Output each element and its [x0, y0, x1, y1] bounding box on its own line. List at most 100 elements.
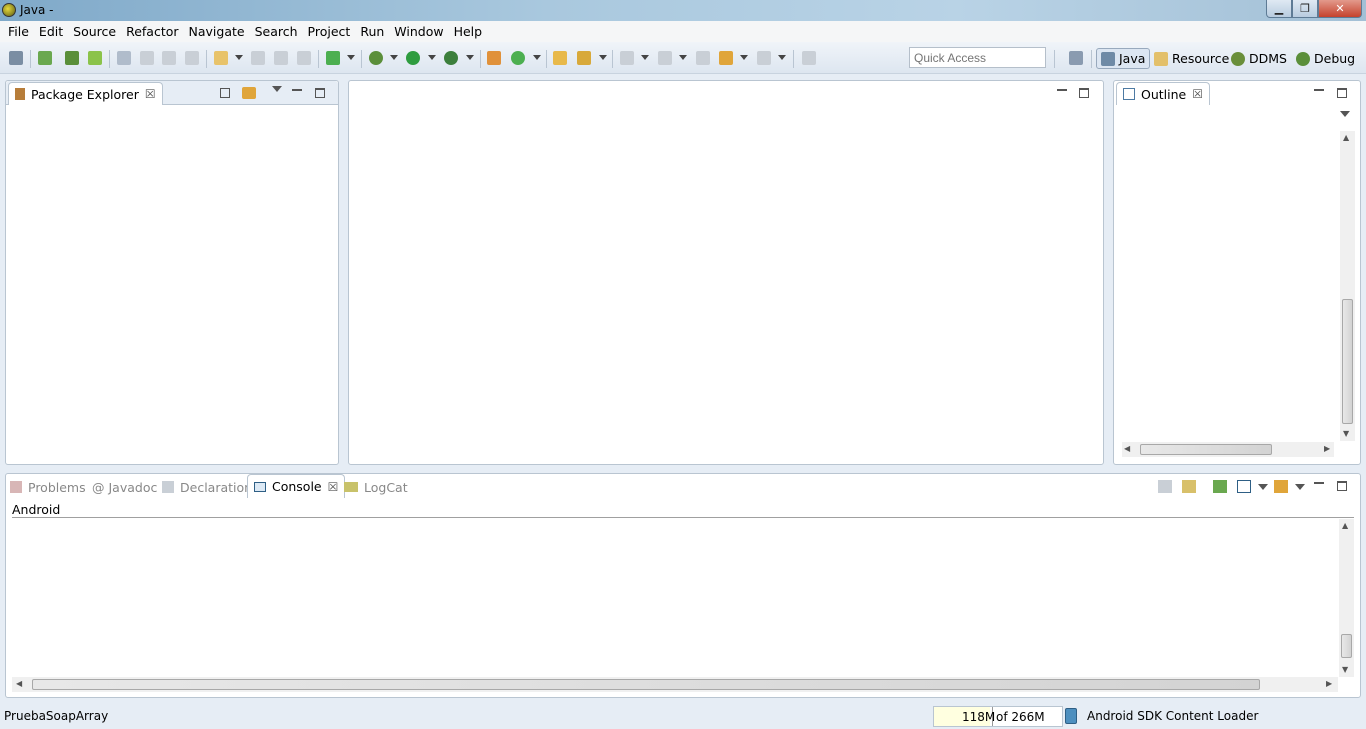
scroll-up-icon[interactable]: ▲: [1343, 133, 1349, 142]
outline-vertical-scrollbar[interactable]: ▲ ▼: [1340, 131, 1355, 441]
menu-project[interactable]: Project: [303, 24, 356, 39]
chevron-down-icon[interactable]: [599, 55, 607, 60]
chevron-down-icon[interactable]: [428, 55, 436, 60]
perspective-java[interactable]: Java: [1096, 48, 1151, 69]
build-checkbox-icon[interactable]: [326, 51, 340, 65]
menu-edit[interactable]: Edit: [34, 24, 68, 39]
scrollbar-thumb[interactable]: [1341, 634, 1352, 658]
menu-search[interactable]: Search: [250, 24, 303, 39]
debug-icon[interactable]: [369, 51, 383, 65]
toggle-block-icon[interactable]: [162, 51, 176, 65]
heap-status[interactable]: 118M of 266M: [933, 706, 1063, 727]
scroll-left-icon[interactable]: ◀: [16, 679, 22, 688]
scrollbar-thumb[interactable]: [1342, 299, 1353, 424]
scroll-right-icon[interactable]: ▶: [1326, 679, 1332, 688]
menu-help[interactable]: Help: [449, 24, 488, 39]
save-icon[interactable]: [251, 51, 265, 65]
avd-manager-icon[interactable]: [88, 51, 102, 65]
menu-navigate[interactable]: Navigate: [184, 24, 250, 39]
pin-editor-icon[interactable]: [802, 51, 816, 65]
chevron-down-icon[interactable]: [1258, 484, 1268, 490]
chevron-down-icon[interactable]: [1295, 484, 1305, 490]
chevron-down-icon[interactable]: [740, 55, 748, 60]
perspective-debug[interactable]: Debug: [1296, 48, 1355, 69]
new-android-project-icon[interactable]: [38, 51, 52, 65]
link-with-editor-icon[interactable]: [242, 87, 256, 99]
minimize-icon[interactable]: [1314, 87, 1324, 91]
edit-icon[interactable]: [140, 51, 154, 65]
close-icon[interactable]: ☒: [145, 87, 156, 101]
garbage-collect-icon[interactable]: [1065, 708, 1077, 724]
tab-package-explorer[interactable]: Package Explorer ☒: [8, 82, 163, 105]
tab-outline[interactable]: Outline ☒: [1116, 82, 1210, 105]
tab-declaration[interactable]: Declaration: [162, 478, 252, 496]
quick-access-input[interactable]: [909, 47, 1046, 68]
run-external-tool-icon[interactable]: [444, 51, 458, 65]
show-whitespace-icon[interactable]: [185, 51, 199, 65]
chevron-down-icon[interactable]: [347, 55, 355, 60]
chevron-down-icon[interactable]: [390, 55, 398, 60]
restore-window-button[interactable]: ❐: [1292, 0, 1318, 18]
console-horizontal-scrollbar[interactable]: ◀ ▶: [12, 677, 1338, 692]
perspective-resource[interactable]: Resource: [1154, 48, 1229, 69]
tab-problems[interactable]: Problems: [10, 478, 86, 496]
maximize-icon[interactable]: [1337, 481, 1347, 491]
menu-source[interactable]: Source: [68, 24, 121, 39]
download-sdk-icon[interactable]: [65, 51, 79, 65]
back-icon[interactable]: [719, 51, 733, 65]
maximize-icon[interactable]: [315, 88, 325, 98]
lint-icon[interactable]: [117, 51, 131, 65]
menu-window[interactable]: Window: [389, 24, 448, 39]
chevron-down-icon[interactable]: [641, 55, 649, 60]
new-java-class-icon[interactable]: [511, 51, 525, 65]
chevron-down-icon[interactable]: [533, 55, 541, 60]
save-all-icon[interactable]: [274, 51, 288, 65]
pin-icon[interactable]: [9, 51, 23, 65]
console-vertical-scrollbar[interactable]: ▲ ▼: [1339, 519, 1354, 677]
scroll-down-icon[interactable]: ▼: [1343, 429, 1349, 438]
maximize-icon[interactable]: [1337, 88, 1347, 98]
tab-javadoc[interactable]: @ Javadoc: [92, 478, 157, 496]
open-perspective-icon[interactable]: [1069, 51, 1083, 65]
minimize-icon[interactable]: [1314, 480, 1324, 484]
minimize-icon[interactable]: [292, 87, 302, 91]
scrollbar-thumb[interactable]: [32, 679, 1260, 690]
scroll-left-icon[interactable]: ◀: [1124, 444, 1130, 453]
minimize-window-button[interactable]: ▁: [1266, 0, 1292, 18]
scrollbar-thumb[interactable]: [1140, 444, 1272, 455]
scroll-right-icon[interactable]: ▶: [1324, 444, 1330, 453]
open-type-icon[interactable]: [553, 51, 567, 65]
scroll-lock-icon[interactable]: [1182, 480, 1196, 493]
pin-console-icon[interactable]: [1213, 480, 1227, 493]
search-icon[interactable]: [577, 51, 591, 65]
new-icon[interactable]: [214, 51, 228, 65]
collapse-all-icon[interactable]: [220, 88, 230, 98]
tab-logcat[interactable]: LogCat: [344, 478, 408, 496]
previous-annotation-icon[interactable]: [658, 51, 672, 65]
tab-console[interactable]: Console ☒: [247, 474, 346, 498]
view-menu-icon[interactable]: [1340, 111, 1350, 117]
last-edit-location-icon[interactable]: [696, 51, 710, 65]
console-output[interactable]: [12, 519, 1338, 677]
scroll-down-icon[interactable]: ▼: [1342, 665, 1348, 674]
next-annotation-icon[interactable]: [620, 51, 634, 65]
print-icon[interactable]: [297, 51, 311, 65]
menu-run[interactable]: Run: [355, 24, 389, 39]
run-icon[interactable]: [406, 51, 420, 65]
perspective-ddms[interactable]: DDMS: [1231, 48, 1287, 69]
new-java-package-icon[interactable]: [487, 51, 501, 65]
view-menu-icon[interactable]: [272, 86, 282, 92]
minimize-icon[interactable]: [1057, 87, 1067, 91]
scroll-up-icon[interactable]: ▲: [1342, 521, 1348, 530]
chevron-down-icon[interactable]: [778, 55, 786, 60]
menu-refactor[interactable]: Refactor: [121, 24, 183, 39]
close-icon[interactable]: ☒: [1192, 87, 1203, 101]
editor-area[interactable]: [348, 80, 1104, 465]
close-window-button[interactable]: ✕: [1318, 0, 1362, 18]
forward-icon[interactable]: [757, 51, 771, 65]
outline-horizontal-scrollbar[interactable]: ◀ ▶: [1122, 442, 1334, 457]
clear-console-icon[interactable]: [1158, 480, 1172, 493]
chevron-down-icon[interactable]: [466, 55, 474, 60]
maximize-icon[interactable]: [1079, 88, 1089, 98]
open-console-icon[interactable]: [1274, 480, 1288, 493]
